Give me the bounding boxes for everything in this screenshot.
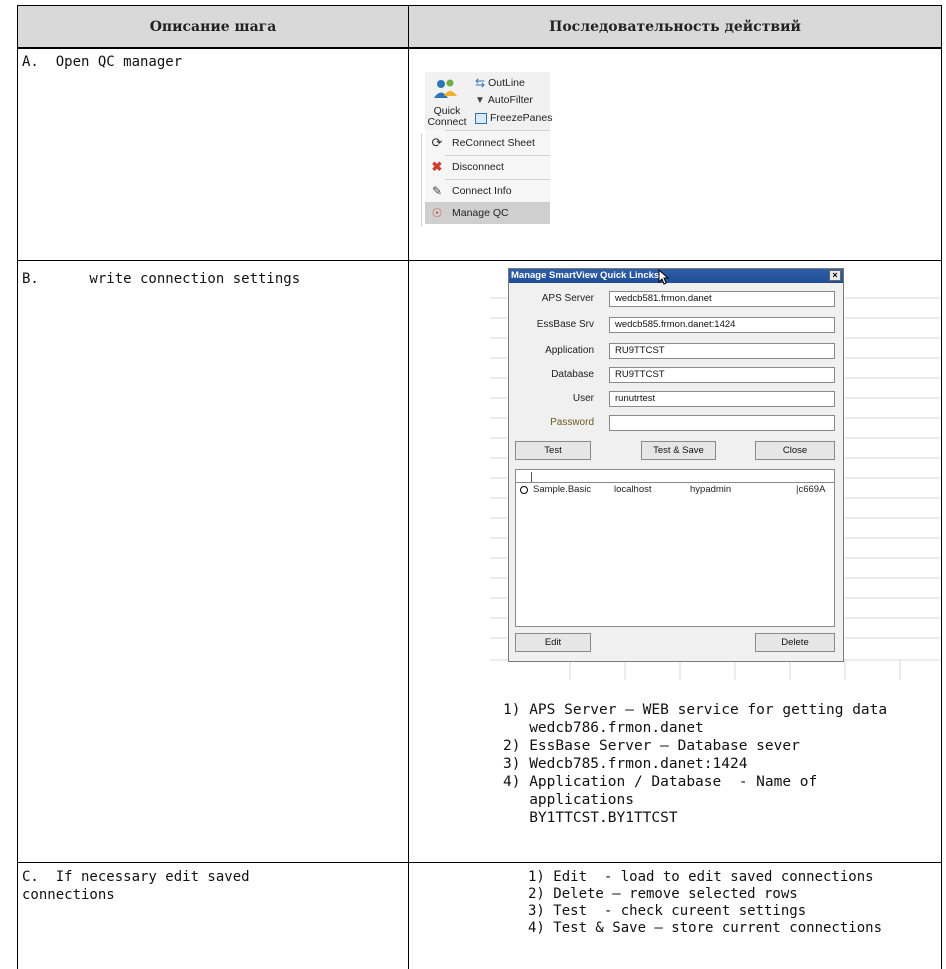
menu-item-disconnect[interactable]: ✖ Disconnect [425,156,550,178]
disconnect-icon: ✖ [431,159,443,174]
list-cell-host: localhost [614,484,652,495]
note-line: 2) Delete – remove selected rows [528,886,798,902]
step-c-notes: 1) Edit - load to edit saved connections… [528,869,882,937]
freeze-panes-icon [475,112,487,124]
radio-icon[interactable] [520,486,528,494]
menu-label: ReConnect Sheet [452,137,535,149]
note-line: applications [503,792,634,808]
essbase-server-label: EssBase Srv [536,319,594,330]
autofilter-button[interactable]: ▼ AutoFilter [475,94,533,106]
list-cell-user: hypadmin [690,484,732,495]
header-step-description: Описание шага [18,6,408,47]
note-line: 4) Application / Database - Name of [503,774,818,790]
saved-connections-list[interactable]: Sample.Basic localhost hypadmin |c669A [515,469,835,627]
reconnect-icon: ⟳ [431,135,443,150]
note-line: 1) Edit - load to edit saved connections [528,869,874,885]
password-label: Password [550,417,594,428]
step-c-label-2: connections [22,887,115,903]
manage-qc-icon: ☉ [431,206,443,220]
application-field[interactable]: RU9TTCST [609,343,835,359]
menu-item-connect-info[interactable]: ✎ Connect Info [425,180,550,202]
mouse-cursor-icon [658,268,670,289]
note-line: 3) Test - check cureent settings [528,903,807,919]
step-a-label: A. Open QC manager [22,54,183,70]
step-b-notes: 1) APS Server – WEB service for getting … [503,701,887,827]
autofilter-label: AutoFilter [487,94,533,106]
list-cell-id: |c669A [796,484,826,495]
test-button[interactable]: Test [515,441,591,460]
list-item[interactable]: Sample.Basic localhost hypadmin |c669A [516,484,834,498]
edit-button[interactable]: Edit [515,633,591,652]
menu-label: Connect Info [452,185,512,197]
note-line: BY1TTCST.BY1TTCST [503,810,678,826]
step-c-label-1: C. If necessary edit saved [22,869,250,885]
note-line: wedcb786.frmon.danet [503,720,704,736]
dialog-title-bar: Manage SmartView Quick Lincks × [509,269,843,283]
note-line: 4) Test & Save – store current connectio… [528,920,883,936]
aps-server-label: APS Server [541,293,594,304]
freezepanes-label: FreezePanes [490,112,553,124]
aps-server-field[interactable]: wedcb581.frmon.danet [609,291,835,307]
user-label: User [572,393,594,404]
quick-connect-menu: ⟳ ReConnect Sheet ✖ Disconnect ✎ Connect… [425,130,550,224]
outline-button[interactable]: ⇆ OutLine [475,76,525,90]
connect-info-icon: ✎ [431,184,443,198]
smartview-ribbon: Quick Connect ▾ ⇆ OutLine ▼ AutoFilter F… [425,72,552,224]
close-button[interactable]: Close [755,441,835,460]
filter-icon: ▼ [475,94,485,106]
database-label: Database [551,369,594,380]
note-line: 2) EssBase Server – Database sever [503,738,800,754]
database-field[interactable]: RU9TTCST [609,367,835,383]
menu-item-reconnect-sheet[interactable]: ⟳ ReConnect Sheet [425,132,550,154]
freezepanes-button[interactable]: FreezePanes [475,112,552,124]
note-line: 3) Wedcb785.frmon.danet:1424 [503,756,748,772]
menu-label: Disconnect [452,161,504,173]
password-field[interactable] [609,415,835,431]
note-line: 1) APS Server – WEB service for getting … [503,702,888,718]
menu-label: Manage QC [452,207,509,219]
quick-connect-icon[interactable] [433,78,459,100]
dialog-close-icon[interactable]: × [829,270,841,281]
essbase-server-field[interactable]: wedcb585.frmon.danet:1424 [609,317,835,333]
step-b-label: B. write connection settings [22,271,301,287]
manage-quick-links-dialog: Manage SmartView Quick Lincks × APS Serv… [508,268,844,662]
application-label: Application [545,345,594,356]
header-action-sequence: Последовательность действий [409,6,941,47]
outline-icon: ⇆ [475,76,486,90]
test-save-button[interactable]: Test & Save [641,441,716,460]
list-cell-name: Sample.Basic [533,484,592,495]
user-field[interactable]: runutrtest [609,391,835,407]
menu-item-manage-qc[interactable]: ☉ Manage QC [425,202,550,224]
delete-button[interactable]: Delete [755,633,835,652]
outline-label: OutLine [488,77,525,89]
dialog-title: Manage SmartView Quick Lincks [511,270,660,281]
